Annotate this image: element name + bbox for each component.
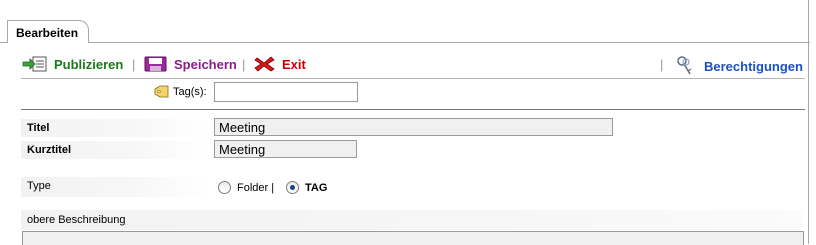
type-folder-label: Folder |	[237, 182, 275, 194]
publish-button[interactable]: Publizieren	[22, 56, 123, 72]
permissions-button[interactable]: Berechtigungen	[676, 56, 803, 76]
keys-icon	[677, 56, 692, 75]
save-button[interactable]: Speichern	[144, 56, 237, 72]
title-input[interactable]: Meeting	[214, 118, 613, 136]
title-label: Titel	[27, 122, 50, 134]
tab-label: Bearbeiten	[16, 26, 79, 40]
save-icon	[144, 56, 167, 72]
tag-icon	[154, 85, 169, 98]
type-tag-radio[interactable]	[286, 181, 299, 194]
title-label-bar: Titel	[21, 119, 211, 137]
upper-description-editor[interactable]	[22, 231, 804, 245]
short-title-input[interactable]: Meeting	[214, 140, 357, 158]
type-label-bar: Type	[21, 177, 211, 197]
panel-right-border	[808, 0, 809, 244]
type-tag-label: TAG	[305, 182, 328, 194]
toolbar-separator: |	[132, 57, 136, 72]
short-title-label: Kurztitel	[27, 144, 71, 156]
tags-label: Tag(s):	[173, 86, 207, 98]
close-icon	[254, 56, 275, 72]
upper-description-header: obere Beschreibung	[21, 210, 803, 230]
toolbar: Publizieren | Speichern | Exit | Berecht…	[14, 50, 808, 80]
tab-bearbeiten[interactable]: Bearbeiten	[7, 20, 89, 43]
type-label: Type	[27, 180, 51, 192]
tags-input[interactable]	[214, 82, 358, 102]
toolbar-divider	[21, 78, 805, 79]
tab-strip: Bearbeiten	[0, 0, 816, 43]
toolbar-separator: |	[660, 57, 664, 72]
exit-button[interactable]: Exit	[254, 56, 306, 72]
short-title-label-bar: Kurztitel	[21, 141, 211, 159]
section-divider	[21, 109, 805, 110]
publish-icon	[22, 56, 47, 72]
upper-description-label: obere Beschreibung	[27, 214, 126, 226]
tab-baseline	[0, 42, 810, 43]
type-folder-radio[interactable]	[218, 181, 231, 194]
toolbar-separator: |	[242, 57, 246, 72]
